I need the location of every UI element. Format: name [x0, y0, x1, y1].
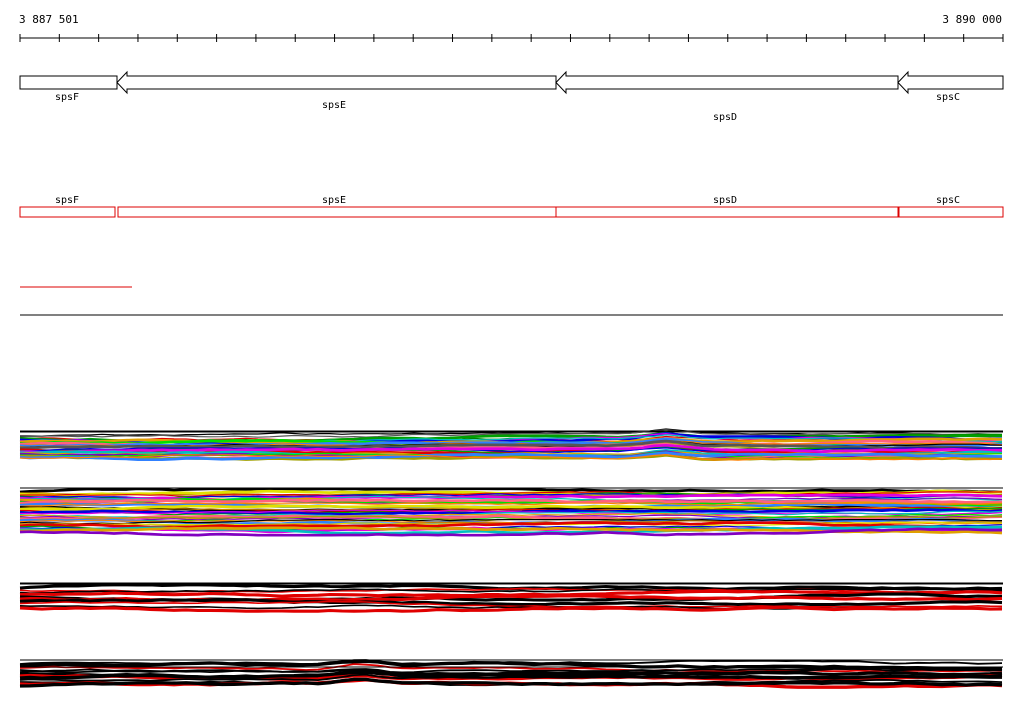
gene-arrow-spsF[interactable] [19, 75, 118, 90]
gene-label-spsE[interactable]: spsE [322, 100, 346, 111]
gene-arrow-spsC[interactable] [897, 70, 1004, 95]
cds-label-spsF[interactable]: spsF [55, 195, 79, 206]
gene-label-spsC[interactable]: spsC [936, 92, 960, 103]
cds-label-spsE[interactable]: spsE [322, 195, 346, 206]
gene-label-spsD[interactable]: spsD [713, 112, 737, 123]
cds-label-spsD[interactable]: spsD [713, 195, 737, 206]
expression-track-block-4 [19, 659, 1003, 689]
expression-track-block-2 [19, 487, 1003, 537]
gene-feature-track [19, 70, 1004, 95]
cds-box-spsF[interactable] [19, 206, 116, 218]
gene-arrow-spsE[interactable] [116, 70, 557, 95]
gene-arrow-spsD[interactable] [555, 70, 899, 95]
cds-label-spsC[interactable]: spsC [936, 195, 960, 206]
cds-track [19, 206, 1004, 218]
cds-box-spsC[interactable] [898, 206, 1004, 218]
ruler-axis [19, 34, 1004, 42]
gene-label-spsF[interactable]: spsF [55, 92, 79, 103]
expression-track-block-1 [19, 428, 1003, 462]
genome-browser-view: 3 887 501 3 890 000 spsF spsE spsD spsC … [0, 0, 1024, 714]
cds-box-spsE[interactable] [117, 206, 557, 218]
cds-box-spsD[interactable] [555, 206, 899, 218]
expression-track-block-3 [19, 583, 1003, 613]
genome-tracks-canvas [19, 34, 1004, 689]
